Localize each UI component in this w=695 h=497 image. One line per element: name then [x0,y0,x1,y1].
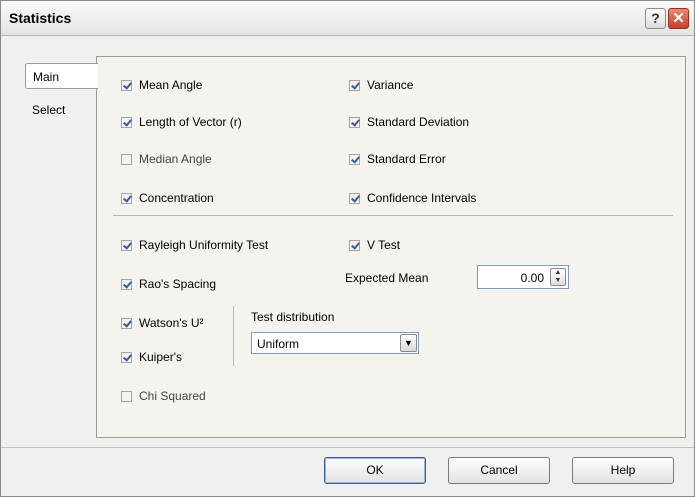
checkbox-box [121,278,132,290]
standard-deviation-checkbox[interactable]: Standard Deviation [349,115,469,129]
v-test-label: V Test [367,238,401,252]
chi-squared-label: Chi Squared [139,389,206,403]
mean-angle-checkbox[interactable]: Mean Angle [121,78,202,92]
tab-select[interactable]: Select [25,97,95,123]
concentration-checkbox[interactable]: Concentration [121,191,214,205]
expected-mean-value: 0.00 [520,271,544,285]
standard-error-checkbox[interactable]: Standard Error [349,152,446,166]
checkbox-box [349,239,360,251]
mean-angle-label: Mean Angle [139,78,203,92]
checkbox-box [121,116,132,128]
standard-deviation-label: Standard Deviation [367,115,470,129]
length-of-vector-checkbox[interactable]: Length of Vector (r) [121,115,242,129]
checkbox-box [349,153,360,165]
checkbox-box [121,153,132,165]
help-icon[interactable]: ? [645,8,666,29]
v-test-checkbox[interactable]: V Test [349,238,400,252]
raos-spacing-checkbox[interactable]: Rao's Spacing [121,277,216,291]
checkbox-box [349,79,360,91]
rayleigh-label: Rayleigh Uniformity Test [139,238,269,252]
help-button[interactable]: Help [572,457,674,484]
tab-main[interactable]: Main [25,63,98,89]
watsons-u2-label: Watson's U² [139,316,204,330]
expected-mean-input[interactable]: 0.00 ▲ ▼ [477,265,569,289]
test-distribution-value: Uniform [257,337,300,351]
footer-divider [1,447,694,448]
close-icon[interactable]: ✕ [668,8,689,29]
title-bar: Statistics ? ✕ [1,1,694,36]
chi-squared-checkbox[interactable]: Chi Squared [121,389,206,403]
confidence-intervals-checkbox[interactable]: Confidence Intervals [349,191,476,205]
test-distribution-label: Test distribution [251,310,335,324]
median-angle-label: Median Angle [139,152,212,166]
rayleigh-checkbox[interactable]: Rayleigh Uniformity Test [121,238,268,252]
length-of-vector-label: Length of Vector (r) [139,115,242,129]
variance-checkbox[interactable]: Variance [349,78,413,92]
checkbox-box [121,79,132,91]
cancel-button[interactable]: Cancel [448,457,550,484]
expected-mean-label: Expected Mean [345,271,429,285]
checkbox-box [121,390,132,402]
watsons-u2-checkbox[interactable]: Watson's U² [121,316,204,330]
variance-label: Variance [367,78,414,92]
checkbox-box [121,239,132,251]
checkbox-box [121,317,132,329]
confidence-intervals-label: Confidence Intervals [367,191,477,205]
concentration-label: Concentration [139,191,214,205]
spinner-icon[interactable]: ▲ ▼ [550,268,566,286]
checkbox-box [349,192,360,204]
kuipers-checkbox[interactable]: Kuiper's [121,350,182,364]
window-title: Statistics [9,10,72,26]
section-divider [113,215,673,216]
vertical-divider [233,306,234,366]
spin-up-icon[interactable]: ▲ [551,269,565,277]
test-distribution-select[interactable]: Uniform ▼ [251,332,419,354]
statistics-dialog: Statistics ? ✕ Main Select Mean Angle Le… [0,0,695,497]
checkbox-box [349,116,360,128]
raos-spacing-label: Rao's Spacing [139,277,217,291]
spin-down-icon[interactable]: ▼ [551,277,565,285]
median-angle-checkbox[interactable]: Median Angle [121,152,212,166]
ok-button[interactable]: OK [324,457,426,484]
chevron-down-icon[interactable]: ▼ [400,334,417,352]
checkbox-box [121,351,132,363]
kuipers-label: Kuiper's [139,350,182,364]
standard-error-label: Standard Error [367,152,446,166]
checkbox-box [121,192,132,204]
